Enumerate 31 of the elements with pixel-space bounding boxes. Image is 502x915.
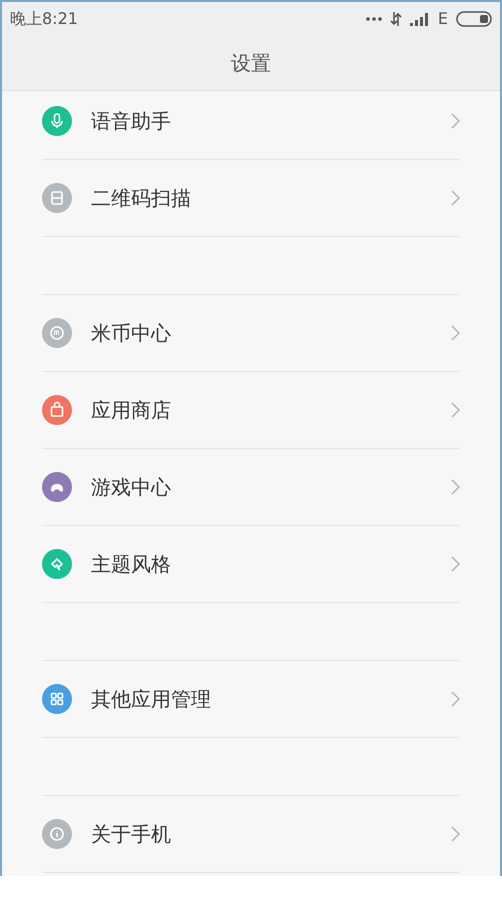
settings-row[interactable]: 关于手机 [42, 796, 460, 873]
network-type: E [438, 8, 448, 30]
battery-icon [456, 11, 492, 27]
page-title: 设置 [231, 50, 271, 77]
chevron-right-icon [451, 113, 460, 129]
chevron-right-icon [451, 556, 460, 572]
settings-row[interactable]: 二维码扫描 [42, 160, 460, 237]
row-label: 语音助手 [91, 108, 172, 135]
chevron-right-icon [451, 190, 460, 206]
settings-row[interactable]: 语音助手 [42, 91, 460, 160]
row-label: 二维码扫描 [91, 185, 192, 212]
row-label: 关于手机 [91, 821, 172, 848]
chevron-right-icon [451, 402, 460, 418]
data-arrows-icon [390, 12, 402, 26]
settings-row[interactable]: 主题风格 [42, 526, 460, 603]
chevron-right-icon [451, 826, 460, 842]
chevron-right-icon [451, 479, 460, 495]
settings-row[interactable]: 其他应用管理 [42, 661, 460, 738]
chevron-right-icon [451, 691, 460, 707]
settings-row[interactable]: 游戏中心 [42, 449, 460, 526]
row-label: 主题风格 [91, 551, 172, 578]
chevron-right-icon [451, 325, 460, 341]
status-time: 晚上8:21 [10, 8, 78, 30]
row-label: 米币中心 [91, 320, 172, 347]
row-label: 应用商店 [91, 397, 172, 424]
dots-icon [366, 17, 382, 21]
row-label: 其他应用管理 [91, 686, 212, 713]
settings-row[interactable]: 应用商店 [42, 372, 460, 449]
row-label: 游戏中心 [91, 474, 172, 501]
signal-icon [410, 12, 430, 26]
settings-row[interactable]: 米币中心 [42, 295, 460, 372]
